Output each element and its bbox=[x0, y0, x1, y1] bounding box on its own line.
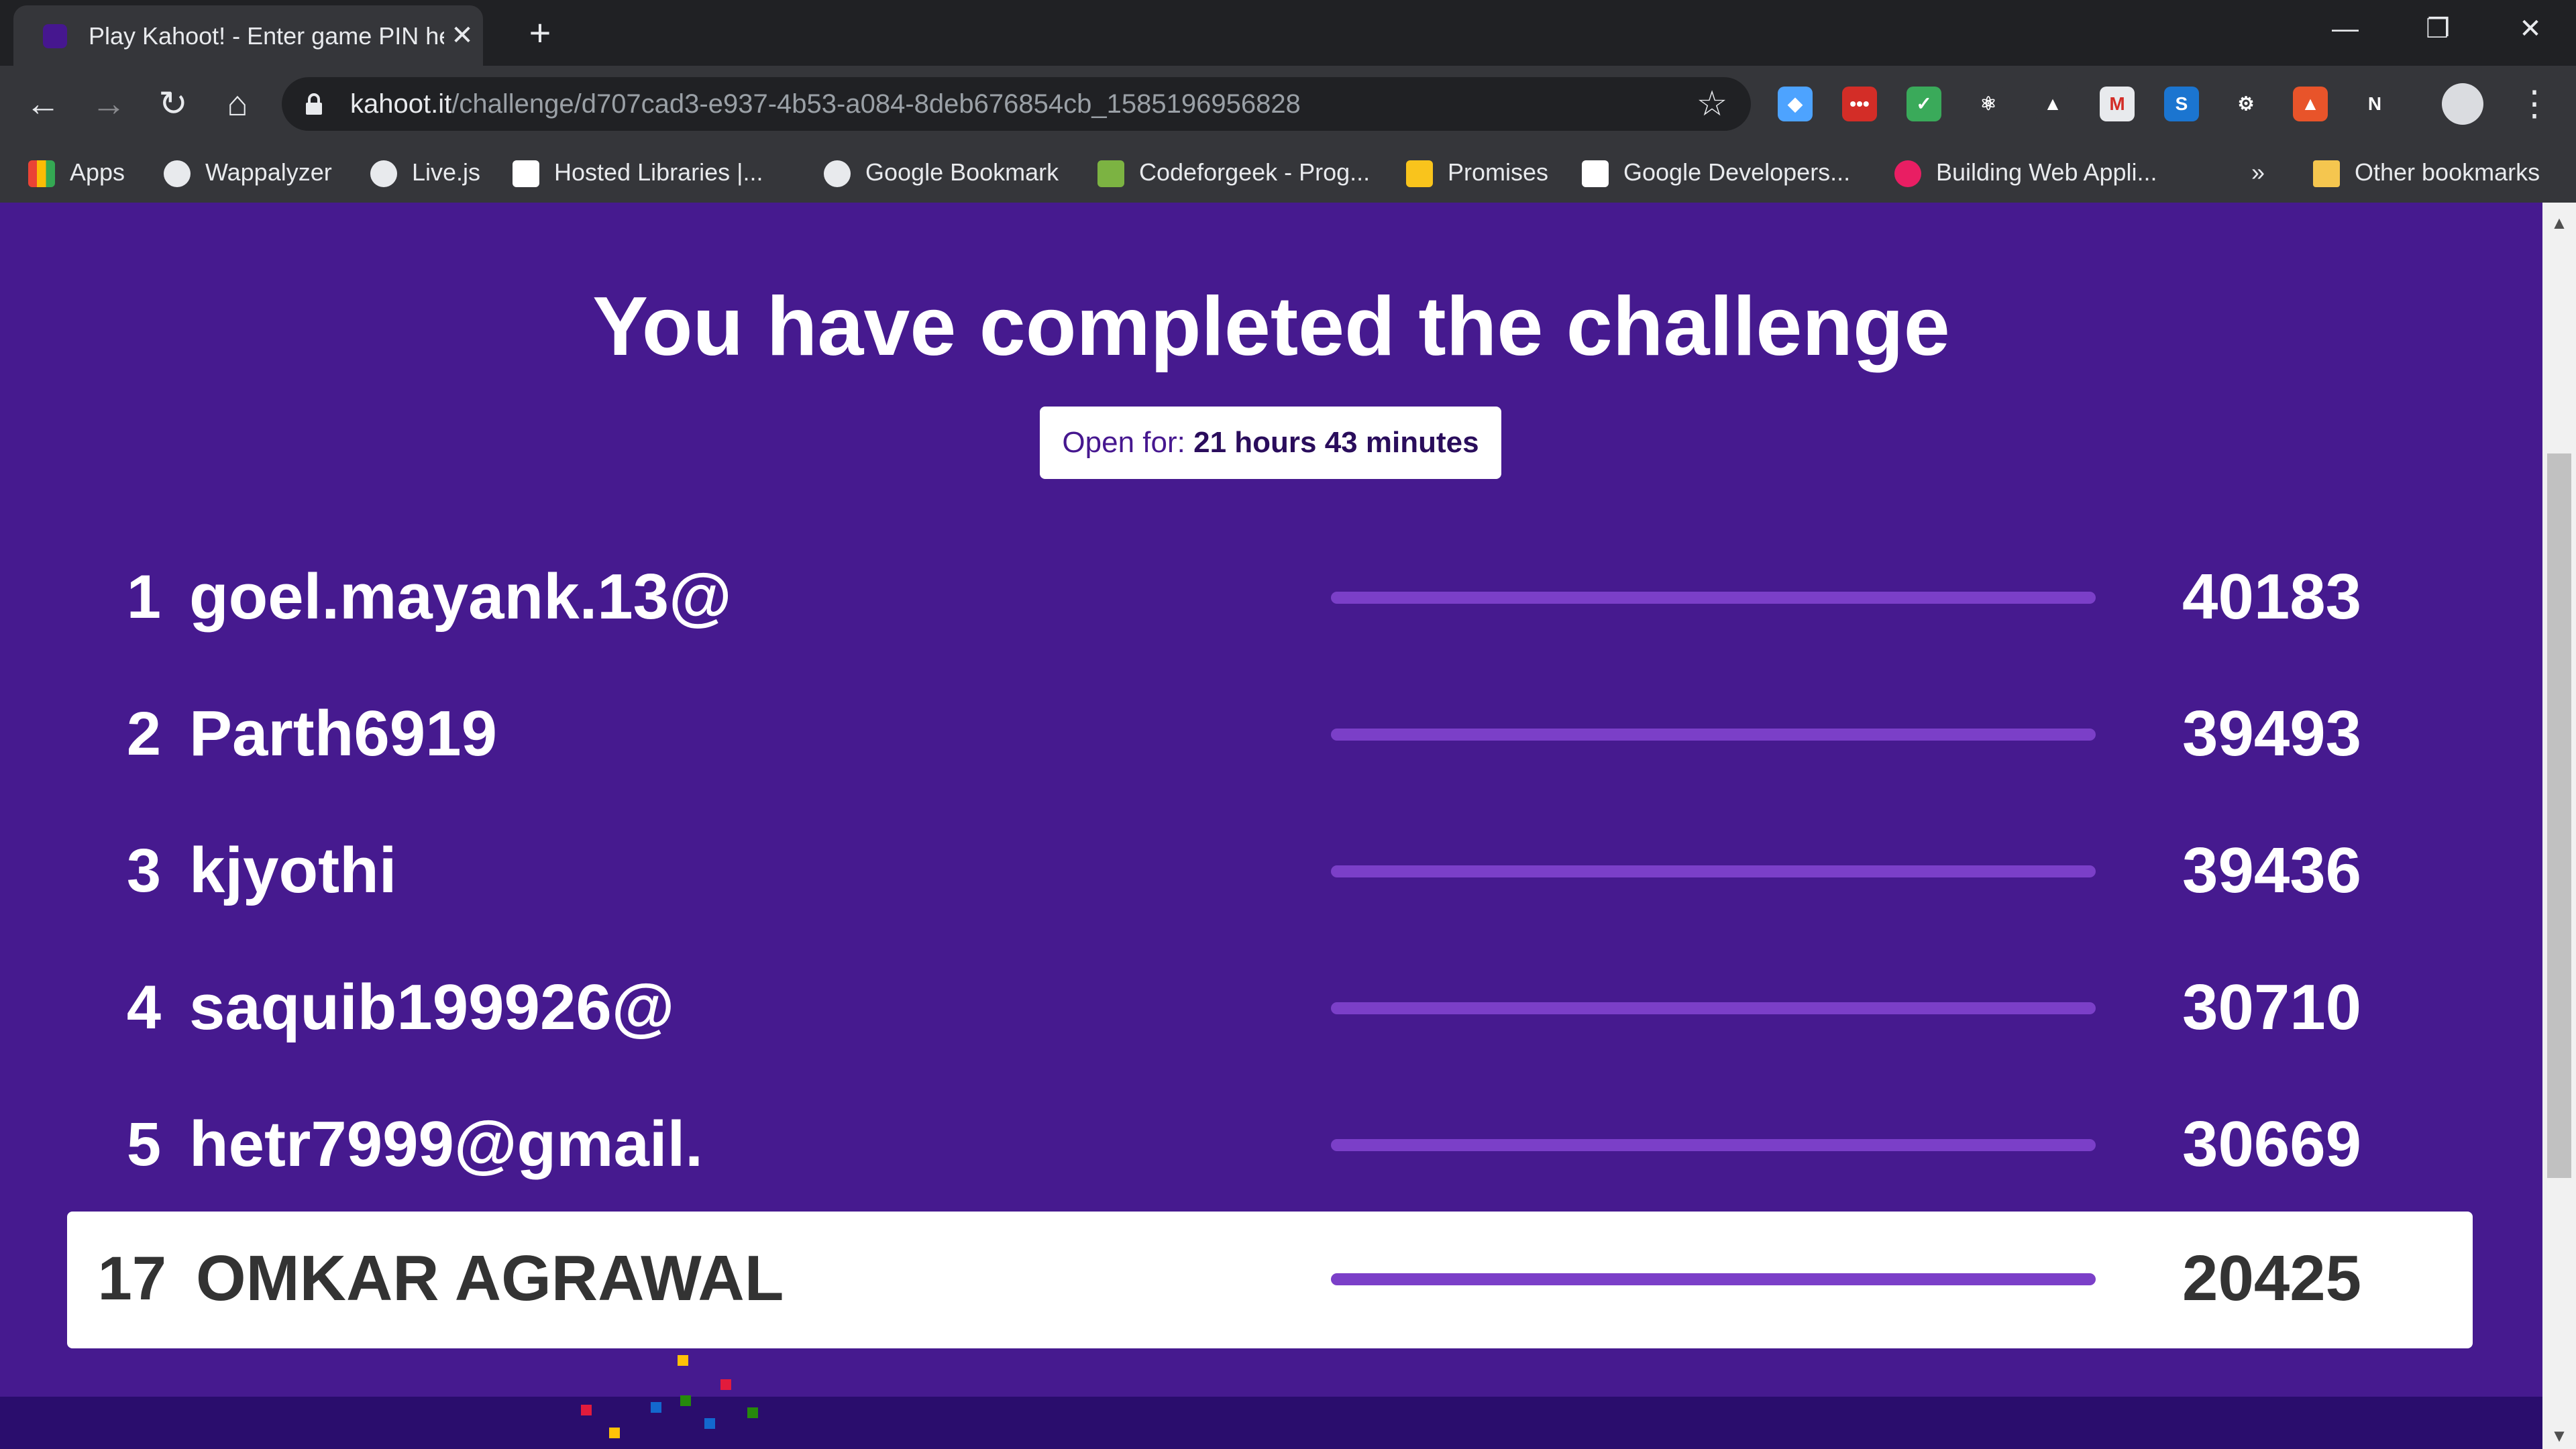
player-rank: 1 bbox=[126, 563, 161, 631]
player-name: kjyothi bbox=[189, 835, 397, 906]
footer-band bbox=[0, 1397, 2542, 1449]
a-plus-icon bbox=[1406, 160, 1433, 188]
player-score: 30710 bbox=[2182, 971, 2361, 1043]
player-rank: 2 bbox=[126, 700, 161, 768]
leaderboard-row: 3 kjyothi 39436 bbox=[0, 804, 2542, 941]
mcafee-icon[interactable]: M bbox=[2100, 87, 2135, 121]
scroll-down-arrow-icon[interactable]: ▼ bbox=[2542, 1422, 2576, 1449]
tab-strip: Play Kahoot! - Enter game PIN here ✕ + —… bbox=[0, 0, 2576, 66]
lighthouse-icon[interactable]: ▲ bbox=[2293, 87, 2328, 121]
lock-icon bbox=[306, 93, 322, 115]
bookmark-apps[interactable]: Apps bbox=[28, 156, 125, 189]
score-bar bbox=[1331, 1002, 2096, 1014]
player-rank: 4 bbox=[126, 973, 161, 1042]
bookmarks-bar: Apps Wappalyzer Live.js Hosted Libraries… bbox=[0, 142, 2576, 203]
forward-button[interactable]: → bbox=[87, 83, 130, 125]
close-tab-icon[interactable]: ✕ bbox=[448, 21, 476, 50]
kahoot-page: You have completed the challenge Open fo… bbox=[0, 203, 2542, 1449]
reload-button[interactable]: ↻ bbox=[152, 83, 195, 125]
shield-check-icon[interactable]: ✓ bbox=[1907, 87, 1941, 121]
open-for-badge: Open for: 21 hours 43 minutes bbox=[1040, 407, 1501, 479]
score-bar bbox=[1331, 592, 2096, 604]
bookmark-wappalyzer[interactable]: Wappalyzer bbox=[164, 156, 332, 189]
browser-tab[interactable]: Play Kahoot! - Enter game PIN here ✕ bbox=[13, 5, 483, 66]
url-text[interactable]: kahoot.it/challenge/d707cad3-e937-4b53-a… bbox=[350, 87, 1301, 121]
apps-grid-icon bbox=[28, 160, 55, 188]
scrollbar-thumb[interactable] bbox=[2547, 453, 2571, 1178]
chrome-menu-icon[interactable]: ⋮ bbox=[2517, 83, 2552, 125]
minimize-window-icon[interactable]: — bbox=[2325, 12, 2365, 46]
current-player-row: 17 OMKAR AGRAWAL 20425 bbox=[67, 1212, 2473, 1348]
player-name: Parth6919 bbox=[189, 698, 497, 769]
player-rank: 5 bbox=[126, 1110, 161, 1179]
bookmark-promises[interactable]: Promises bbox=[1406, 156, 1548, 189]
triangle-icon[interactable]: ▲ bbox=[2035, 87, 2070, 121]
player-score: 30669 bbox=[2182, 1108, 2361, 1180]
bookmark-star-icon[interactable]: ☆ bbox=[1692, 84, 1732, 124]
bookmarks-overflow-button[interactable]: » bbox=[2251, 156, 2265, 189]
scroll-up-arrow-icon[interactable]: ▲ bbox=[2542, 209, 2576, 236]
page-title: You have completed the challenge bbox=[592, 280, 1950, 373]
s-icon[interactable]: S bbox=[2164, 87, 2199, 121]
bookmark-codeforgeek[interactable]: Codeforgeek - Prog... bbox=[1097, 156, 1370, 189]
open-for-value: 21 hours 43 minutes bbox=[1193, 426, 1479, 459]
leaderboard-row: 4 saquib199926@ 30710 bbox=[0, 941, 2542, 1077]
globe-icon bbox=[164, 160, 191, 188]
close-window-icon[interactable]: ✕ bbox=[2510, 12, 2551, 46]
kahoot-favicon-icon bbox=[43, 24, 67, 48]
player-rank: 17 bbox=[97, 1244, 166, 1313]
bookmark-google-bookmark[interactable]: Google Bookmark bbox=[824, 156, 1059, 189]
n-icon[interactable]: N bbox=[2357, 87, 2392, 121]
folder-icon bbox=[2313, 160, 2340, 188]
address-bar[interactable]: kahoot.it/challenge/d707cad3-e937-4b53-a… bbox=[282, 77, 1751, 131]
tab-title: Play Kahoot! - Enter game PIN here bbox=[89, 22, 444, 50]
google-developers-icon bbox=[1582, 160, 1609, 188]
bookmark-google-developers[interactable]: Google Developers... bbox=[1582, 156, 1850, 189]
bookmark-building-web-apps[interactable]: Building Web Appli... bbox=[1894, 156, 2157, 189]
home-button[interactable]: ⌂ bbox=[216, 83, 259, 125]
player-score: 40183 bbox=[2182, 561, 2361, 633]
player-name: hetr7999@gmail. bbox=[189, 1108, 703, 1180]
bookmark-livejs[interactable]: Live.js bbox=[370, 156, 480, 189]
restore-window-icon[interactable]: ❐ bbox=[2418, 12, 2458, 46]
score-bar bbox=[1331, 1139, 2096, 1151]
leaderboard-row: 1 goel.mayank.13@ 40183 bbox=[0, 530, 2542, 667]
score-bar bbox=[1331, 729, 2096, 741]
bookmark-hosted-libraries[interactable]: Hosted Libraries |... bbox=[513, 156, 763, 189]
globe-icon bbox=[824, 160, 851, 188]
play-circle-icon bbox=[1894, 160, 1921, 188]
react-icon[interactable]: ⚛ bbox=[1971, 87, 2006, 121]
globe-icon bbox=[370, 160, 397, 188]
leaderboard-row: 5 hetr7999@gmail. 30669 bbox=[0, 1077, 2542, 1214]
open-for-label: Open for: bbox=[1062, 426, 1185, 459]
player-score: 20425 bbox=[2182, 1242, 2361, 1314]
gear-icon[interactable]: ⚙ bbox=[2229, 87, 2263, 121]
google-developers-icon bbox=[513, 160, 539, 188]
score-bar bbox=[1331, 1273, 2096, 1285]
lastpass-icon[interactable]: ••• bbox=[1842, 87, 1877, 121]
new-tab-button[interactable]: + bbox=[523, 14, 557, 52]
leaderboard-row: 2 Parth6919 39493 bbox=[0, 667, 2542, 804]
codeforgeek-icon bbox=[1097, 160, 1124, 188]
gem-icon[interactable]: ◆ bbox=[1778, 87, 1813, 121]
profile-avatar[interactable] bbox=[2442, 83, 2483, 125]
player-name: saquib199926@ bbox=[189, 971, 675, 1043]
browser-toolbar: ← → ↻ ⌂ kahoot.it/challenge/d707cad3-e93… bbox=[0, 66, 2576, 142]
player-name: OMKAR AGRAWAL bbox=[196, 1242, 784, 1314]
bookmark-other-bookmarks[interactable]: Other bookmarks bbox=[2313, 156, 2540, 189]
player-rank: 3 bbox=[126, 837, 161, 905]
player-score: 39436 bbox=[2182, 835, 2361, 906]
back-button[interactable]: ← bbox=[21, 83, 64, 125]
score-bar bbox=[1331, 865, 2096, 877]
player-name: goel.mayank.13@ bbox=[189, 561, 732, 633]
player-score: 39493 bbox=[2182, 698, 2361, 769]
